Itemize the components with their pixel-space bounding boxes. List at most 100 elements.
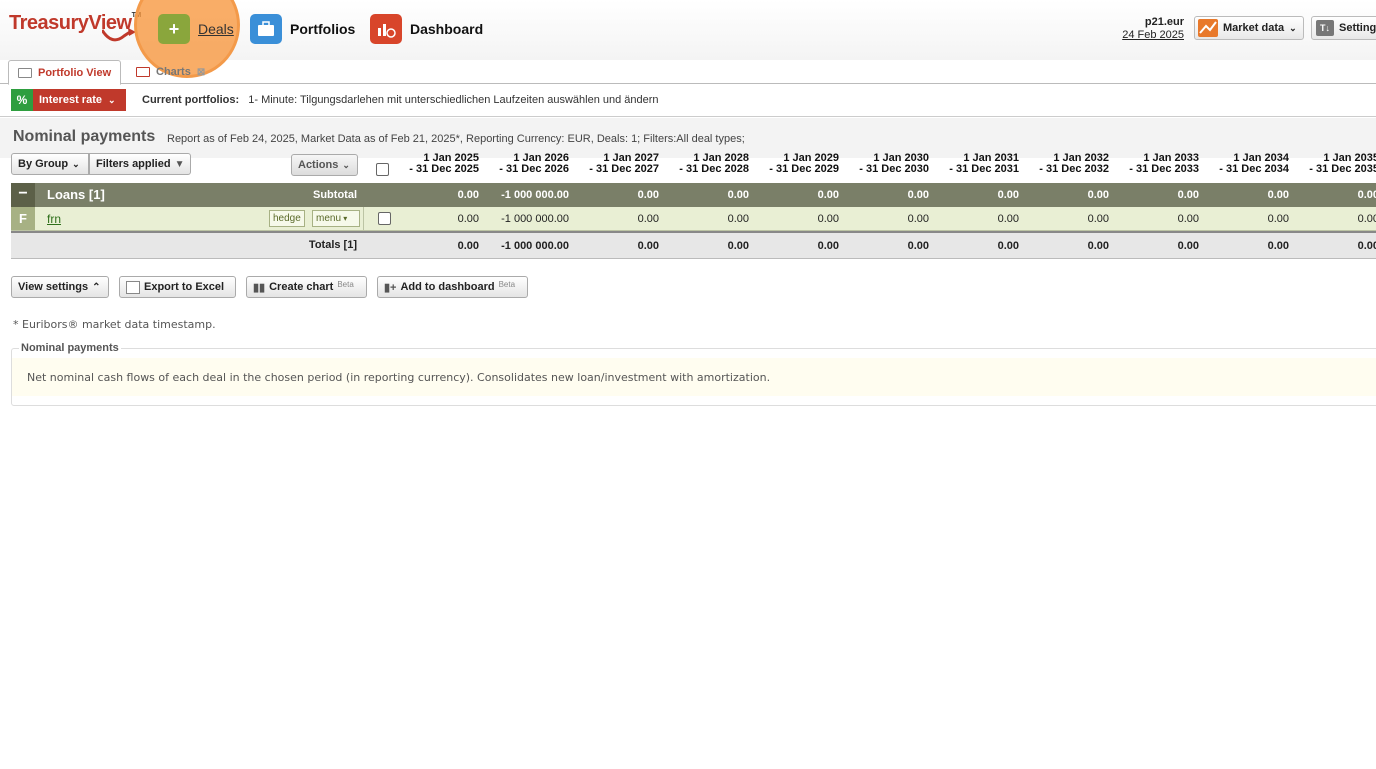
subtotal-cell: 0.00 xyxy=(997,189,1019,201)
interest-rate-label: Interest rate xyxy=(39,94,102,106)
subtotal-cell: 0.00 xyxy=(817,189,839,201)
portfolio-icon xyxy=(250,14,282,44)
subtotal-cell: 0.00 xyxy=(1087,189,1109,201)
value-cell: 0.00 xyxy=(817,213,839,225)
app-header: TreasuryViewTM + Deals Portfolios Dashbo… xyxy=(0,0,1376,78)
total-cell: 0.00 xyxy=(997,240,1019,252)
dashboard-icon xyxy=(370,14,402,44)
market-data-button[interactable]: Market data ⌄ xyxy=(1194,16,1304,40)
total-cell: 0.00 xyxy=(457,240,479,252)
chevron-down-icon: ▾ xyxy=(341,214,348,223)
period-column-header: 1 Jan 2031- 31 Dec 2031 xyxy=(929,153,1019,175)
group-label: Loans [1] xyxy=(47,187,105,202)
current-date-link[interactable]: 24 Feb 2025 xyxy=(1122,29,1184,42)
export-excel-button[interactable]: Export to Excel xyxy=(119,276,236,298)
excel-icon xyxy=(126,280,140,294)
period-end: - 31 Dec 2034 xyxy=(1219,163,1289,175)
current-portfolios-value[interactable]: 1- Minute: Tilgungsdarlehen mit untersch… xyxy=(248,94,658,106)
by-group-dropdown[interactable]: By Group ⌄ xyxy=(11,153,89,175)
portfolio-bar: % Interest rate ⌄ Current portfolios: 1-… xyxy=(0,85,1376,117)
tab-portfolio-view-label: Portfolio View xyxy=(38,66,112,79)
report-meta: Report as of Feb 24, 2025, Market Data a… xyxy=(167,133,745,145)
nav-portfolios-button[interactable]: Portfolios xyxy=(250,13,355,45)
info-box-legend: Nominal payments xyxy=(19,342,121,354)
nav-deals-button[interactable]: + Deals xyxy=(158,13,234,45)
subtotal-cell: 0.00 xyxy=(637,189,659,201)
value-cell: 0.00 xyxy=(1087,213,1109,225)
total-cell: 0.00 xyxy=(1267,240,1289,252)
view-settings-label: View settings xyxy=(18,281,89,293)
export-excel-label: Export to Excel xyxy=(144,281,225,293)
add-dashboard-icon: ▮+ xyxy=(384,281,397,294)
actions-label: Actions xyxy=(298,159,339,171)
chevron-down-icon: ⌄ xyxy=(342,159,350,170)
deal-menu-label: menu xyxy=(316,213,342,224)
period-column-header: 1 Jan 2035- 31 Dec 2035 xyxy=(1289,153,1376,175)
filters-applied-button[interactable]: Filters applied ▼ xyxy=(89,153,191,175)
total-cell: 0.00 xyxy=(907,240,929,252)
tab-portfolio-view[interactable]: Portfolio View xyxy=(8,60,122,85)
hedge-button[interactable]: hedge xyxy=(269,210,305,227)
value-cell: 0.00 xyxy=(1267,213,1289,225)
period-end: - 31 Dec 2026 xyxy=(499,163,569,175)
table-row[interactable]: F frn hedge menu ▾ 0.00 -1 000 000.00 0.00… xyxy=(11,207,1376,231)
tab-charts[interactable]: Charts ⊠ xyxy=(127,60,214,84)
table-icon xyxy=(18,67,32,78)
nav-dashboard-label: Dashboard xyxy=(410,21,484,37)
period-column-header: 1 Jan 2029- 31 Dec 2029 xyxy=(749,153,839,175)
value-cell: 0.00 xyxy=(997,213,1019,225)
beta-badge: Beta xyxy=(337,279,354,289)
period-end: - 31 Dec 2030 xyxy=(859,163,929,175)
add-to-dashboard-button[interactable]: ▮+ Add to dashboard Beta xyxy=(377,276,528,298)
filters-applied-label: Filters applied xyxy=(96,158,171,170)
nav-deals-label: Deals xyxy=(198,21,234,37)
period-column-header: 1 Jan 2027- 31 Dec 2027 xyxy=(569,153,659,175)
collapse-group-button[interactable]: − xyxy=(11,183,35,207)
view-settings-button[interactable]: View settings ⌃ xyxy=(11,276,109,298)
value-cell: 0.00 xyxy=(727,213,749,225)
value-cell: 0.00 xyxy=(1357,213,1376,225)
period-end: - 31 Dec 2031 xyxy=(949,163,1019,175)
user-info: p21.eur 24 Feb 2025 xyxy=(1122,16,1184,42)
chevron-up-icon: ⌃ xyxy=(92,281,101,293)
subtotal-cell: 0.00 xyxy=(907,189,929,201)
market-data-icon xyxy=(1198,19,1218,37)
total-cell: 0.00 xyxy=(637,240,659,252)
deal-menu-dropdown[interactable]: menu ▾ xyxy=(312,210,360,227)
settings-label: Settings xyxy=(1339,22,1376,34)
create-chart-button[interactable]: ▮▮ Create chart Beta xyxy=(246,276,367,298)
total-cell: 0.00 xyxy=(1087,240,1109,252)
chevron-down-icon: ⌄ xyxy=(107,94,116,105)
nav-portfolios-label: Portfolios xyxy=(290,21,356,37)
period-end: - 31 Dec 2032 xyxy=(1039,163,1109,175)
nav-dashboard-button[interactable]: Dashboard xyxy=(370,13,483,45)
total-cell: 0.00 xyxy=(817,240,839,252)
subtotal-cell: 0.00 xyxy=(727,189,749,201)
value-cell: 0.00 xyxy=(907,213,929,225)
close-icon[interactable]: ⊠ xyxy=(197,67,205,78)
period-column-header: 1 Jan 2034- 31 Dec 2034 xyxy=(1199,153,1289,175)
current-portfolios-label: Current portfolios: xyxy=(142,94,240,106)
period-column-header: 1 Jan 2028- 31 Dec 2028 xyxy=(659,153,749,175)
subtotal-label: Subtotal xyxy=(313,189,357,201)
select-all-checkbox[interactable] xyxy=(376,163,389,176)
actions-dropdown[interactable]: Actions ⌄ xyxy=(291,154,358,176)
subtotal-cell: 0.00 xyxy=(457,189,479,201)
period-end: - 31 Dec 2029 xyxy=(769,163,839,175)
period-end: - 31 Dec 2028 xyxy=(679,163,749,175)
report-title: Nominal payments xyxy=(13,128,156,145)
value-cell: 0.00 xyxy=(1177,213,1199,225)
bar-chart-icon: ▮▮ xyxy=(253,281,266,294)
period-end: - 31 Dec 2025 xyxy=(409,163,479,175)
chevron-down-icon: ⌄ xyxy=(72,158,80,169)
totals-row: Totals [1] 0.00 -1 000 000.00 0.00 0.00 0.00… xyxy=(11,231,1376,259)
by-group-label: By Group xyxy=(18,158,69,170)
interest-rate-dropdown[interactable]: % Interest rate ⌄ xyxy=(11,89,126,111)
current-portfolios: Current portfolios: 1- Minute: Tilgungsd… xyxy=(142,94,659,106)
deal-name-link[interactable]: frn xyxy=(47,212,61,226)
subtotal-cell: 0.00 xyxy=(1267,189,1289,201)
footnote: * Euribors® market data timestamp. xyxy=(13,318,216,331)
tab-charts-label: Charts xyxy=(156,66,191,78)
value-cell: 0.00 xyxy=(637,213,659,225)
settings-button[interactable]: T↓ Settings xyxy=(1311,16,1376,40)
